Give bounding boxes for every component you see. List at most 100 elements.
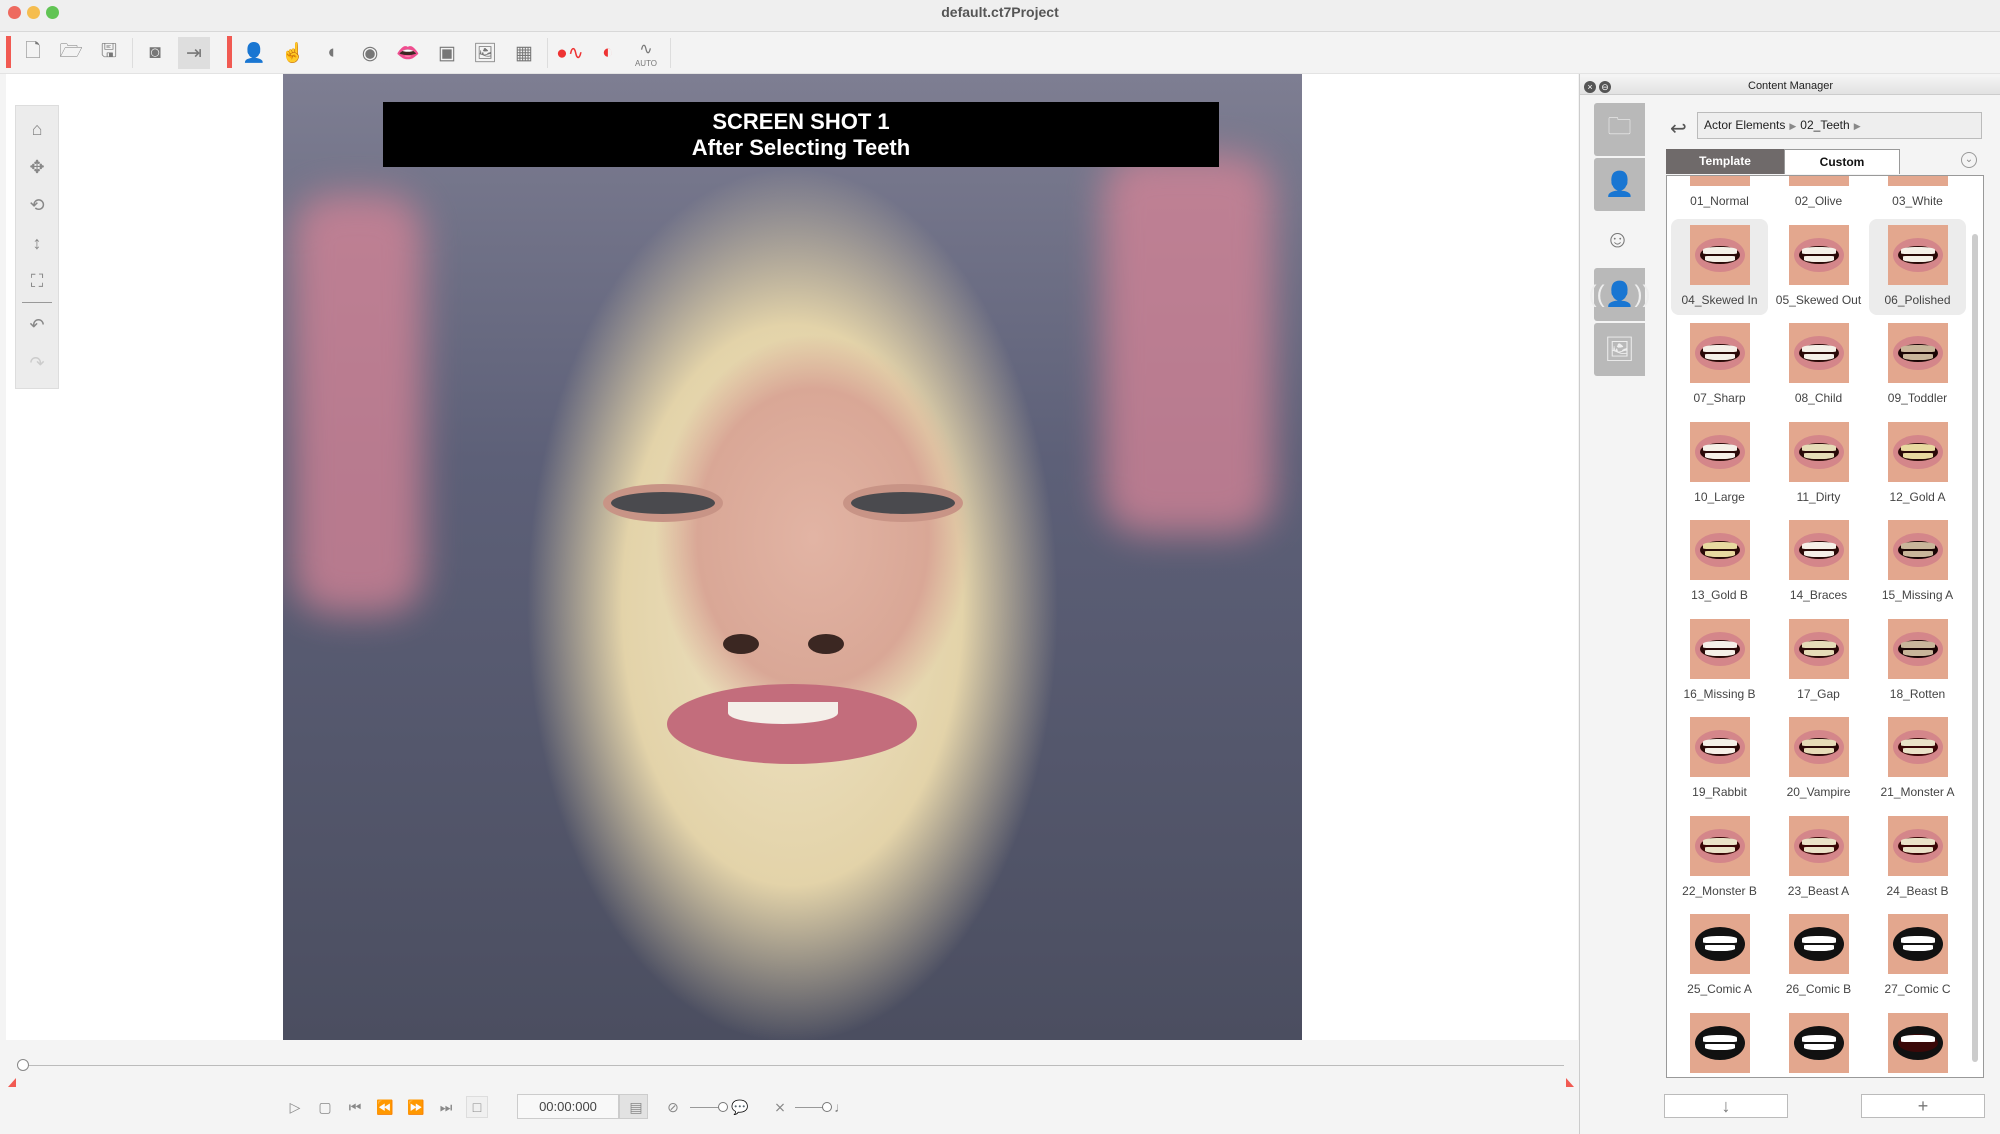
timecode-field[interactable]: 00:00:000: [517, 1094, 619, 1119]
teeth-item[interactable]: 29_Comic E: [1770, 1007, 1867, 1078]
sidebar-tab-voice[interactable]: ((👤)): [1589, 268, 1650, 321]
previous-frame-icon[interactable]: ⏪: [374, 1096, 396, 1118]
breadcrumb-item[interactable]: Actor Elements: [1704, 118, 1785, 132]
sidebar-tab-folder[interactable]: 🗀: [1594, 103, 1645, 156]
teeth-item[interactable]: 21_Monster A: [1869, 711, 1966, 807]
stop-icon[interactable]: ▢: [314, 1096, 336, 1118]
teeth-item[interactable]: 06_Polished: [1869, 218, 1966, 315]
new-file-icon[interactable]: 🗋: [17, 37, 49, 69]
back-icon[interactable]: ↩: [1670, 116, 1687, 141]
teeth-item[interactable]: 18_Rotten: [1869, 613, 1966, 709]
teeth-item[interactable]: 14_Braces: [1770, 514, 1867, 610]
mute-music-icon[interactable]: ⨯: [769, 1096, 791, 1118]
sidebar-tab-actor[interactable]: 👤: [1594, 158, 1645, 211]
teeth-item[interactable]: 23_Beast A: [1770, 810, 1867, 906]
head-icon[interactable]: ◖: [315, 37, 347, 69]
caption-line-2: After Selecting Teeth: [691, 135, 911, 160]
preview-icon[interactable]: ◙: [139, 37, 171, 69]
move-icon[interactable]: ✥: [22, 152, 52, 182]
portrait-icon[interactable]: ▣: [431, 37, 463, 69]
image-icon[interactable]: 🖼: [469, 37, 501, 69]
breadcrumb-item[interactable]: 02_Teeth: [1800, 118, 1849, 132]
tab-custom[interactable]: Custom: [1784, 149, 1900, 174]
pick-icon[interactable]: ☝: [277, 37, 309, 69]
teeth-item[interactable]: 05_Skewed Out: [1770, 219, 1867, 315]
teeth-item-label: 23_Beast A: [1787, 883, 1850, 898]
volume-slider-track[interactable]: [795, 1107, 823, 1108]
teeth-thumbnail: [1888, 176, 1948, 186]
play-icon[interactable]: ▷: [284, 1096, 306, 1118]
teeth-item[interactable]: 16_Missing B: [1671, 613, 1768, 709]
music-note-icon[interactable]: ♩: [830, 1096, 852, 1118]
close-panel-icon[interactable]: ×: [1584, 81, 1596, 93]
teeth-item-label: 14_Braces: [1789, 588, 1848, 602]
teeth-item[interactable]: 24_Beast B: [1869, 810, 1966, 906]
home-icon[interactable]: ⌂: [22, 114, 52, 144]
end-marker[interactable]: [1566, 1078, 1574, 1087]
teeth-thumbnail: [1789, 176, 1849, 186]
teeth-item[interactable]: 08_Child: [1770, 317, 1867, 413]
redo-icon[interactable]: ↷: [22, 348, 52, 378]
grid-layout-icon[interactable]: ▦: [508, 37, 540, 69]
mouth-icon[interactable]: 👄: [392, 37, 424, 69]
next-frame-icon[interactable]: ⏩: [405, 1096, 427, 1118]
subtitle-icon[interactable]: ▤: [625, 1096, 647, 1118]
teeth-item[interactable]: 13_Gold B: [1671, 514, 1768, 610]
add-button[interactable]: +: [1861, 1094, 1985, 1118]
teeth-item[interactable]: 03_White: [1869, 176, 1966, 216]
voice-record-icon[interactable]: ◐: [592, 37, 624, 69]
teeth-item[interactable]: 20_Vampire: [1770, 711, 1867, 807]
open-folder-icon[interactable]: 🗁: [55, 37, 87, 69]
teeth-item[interactable]: 22_Monster B: [1671, 810, 1768, 906]
save-icon[interactable]: 🖫: [93, 37, 125, 69]
teeth-item[interactable]: 10_Large: [1671, 416, 1768, 512]
actor-icon[interactable]: 👤: [238, 37, 270, 69]
rotate-icon[interactable]: ⟲: [22, 190, 52, 220]
teeth-item[interactable]: 25_Comic A: [1671, 908, 1768, 1004]
undo-icon[interactable]: ↶: [22, 310, 52, 340]
teeth-thumbnail: [1690, 618, 1750, 679]
teeth-item[interactable]: 26_Comic B: [1770, 908, 1867, 1004]
teeth-item[interactable]: 15_Missing A: [1869, 514, 1966, 610]
teeth-item[interactable]: 17_Gap: [1770, 613, 1867, 709]
teeth-item[interactable]: 12_Gold A: [1869, 416, 1966, 512]
audio-record-icon[interactable]: ●∿: [554, 37, 586, 69]
caption-slider-track[interactable]: [690, 1107, 718, 1108]
teeth-item[interactable]: 02_Olive: [1770, 176, 1867, 216]
caption-slider-handle[interactable]: [718, 1102, 728, 1112]
teeth-item[interactable]: 19_Rabbit: [1671, 711, 1768, 807]
actor-photo[interactable]: [283, 74, 1302, 1040]
teeth-item[interactable]: 28_Comic D: [1671, 1007, 1768, 1078]
mute-caption-icon[interactable]: ⊘: [662, 1096, 684, 1118]
scrollbar[interactable]: [1972, 234, 1978, 1062]
last-frame-icon[interactable]: ⏭: [435, 1096, 457, 1118]
teeth-item-label: 05_Skewed Out: [1775, 292, 1862, 307]
teeth-item[interactable]: 07_Sharp: [1671, 317, 1768, 413]
nostril: [723, 634, 759, 654]
caption-icon[interactable]: 💬: [729, 1096, 751, 1118]
breadcrumb-arrow-icon: ▶: [1853, 121, 1861, 131]
teeth-item[interactable]: 27_Comic C: [1869, 908, 1966, 1004]
download-button[interactable]: ↓: [1664, 1094, 1788, 1118]
export-icon[interactable]: ⇥: [178, 37, 210, 69]
teeth-item[interactable]: 04_Skewed In: [1671, 218, 1768, 315]
sidebar-tab-background[interactable]: 🖼: [1594, 323, 1645, 376]
eye-icon[interactable]: ◉: [354, 37, 386, 69]
teeth-item-label: 13_Gold B: [1691, 588, 1748, 602]
fit-frame-icon[interactable]: ⛶: [22, 266, 52, 296]
teeth-item[interactable]: 01_Normal: [1671, 176, 1768, 216]
sidebar-tab-actor-elements[interactable]: ☺: [1590, 213, 1645, 266]
scale-icon[interactable]: ↕: [22, 228, 52, 258]
loop-icon[interactable]: □: [466, 1096, 488, 1118]
options-chevron-icon[interactable]: ⌄: [1961, 152, 1977, 168]
timeline-track[interactable]: [24, 1065, 1564, 1066]
detach-panel-icon[interactable]: ⊖: [1599, 81, 1611, 93]
teeth-item[interactable]: 11_Dirty: [1770, 416, 1867, 512]
teeth-item[interactable]: 30_Comic F: [1869, 1007, 1966, 1078]
start-marker[interactable]: [8, 1078, 16, 1087]
tab-template[interactable]: Template: [1666, 149, 1784, 174]
teeth-item[interactable]: 09_Toddler: [1869, 317, 1966, 413]
first-frame-icon[interactable]: ⏮: [344, 1096, 366, 1118]
auto-lipsync-icon[interactable]: ∿ AUTO: [630, 37, 662, 69]
playhead-handle[interactable]: [17, 1059, 29, 1071]
